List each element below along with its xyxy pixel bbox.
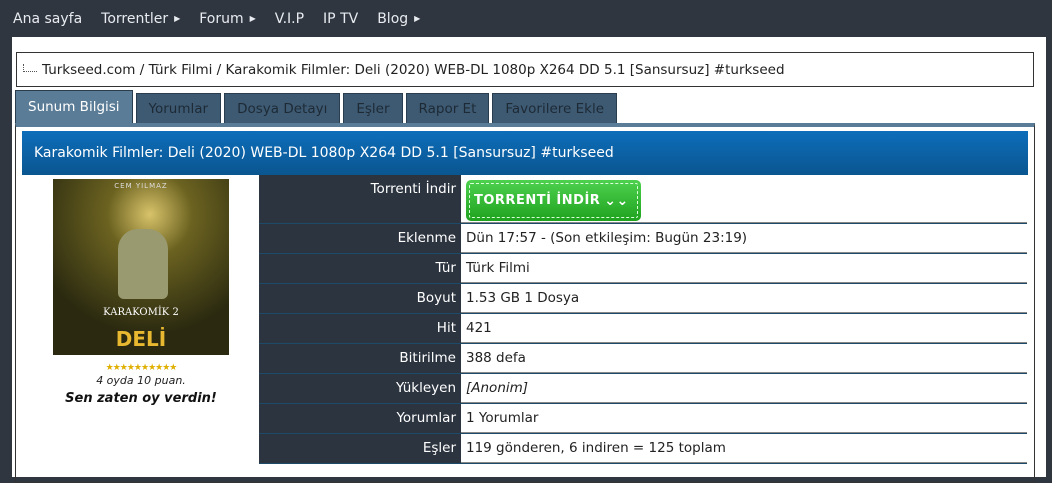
row-value[interactable]: 1 Yorumlar <box>461 404 1027 433</box>
row-label: Bitirilme <box>259 344 461 373</box>
nav-label: V.I.P <box>274 10 305 27</box>
rating-votes: 4 oyda 10 puan. <box>96 374 186 387</box>
row-value: TORRENTİ İNDİR ⌄⌄ <box>461 175 1027 223</box>
poster-figure <box>118 229 168 299</box>
row-value: 388 defa <box>461 344 1027 373</box>
tab-bar: Sunum Bilgisi Yorumlar Dosya Detayı Eşle… <box>15 90 620 123</box>
row-label: Eşler <box>259 434 461 463</box>
download-torrent-button[interactable]: TORRENTİ İNDİR ⌄⌄ <box>466 180 641 221</box>
row-value: 119 gönderen, 6 indiren = 125 toplam <box>461 434 1027 463</box>
row-label: Torrenti İndir <box>259 175 461 223</box>
main-content: Turkseed.com / Türk Filmi / Karakomik Fi… <box>12 37 1046 483</box>
nav-home[interactable]: Ana sayfa <box>13 11 82 27</box>
caret-right-icon: ▶ <box>249 14 256 23</box>
nav-label: Torrentler <box>101 10 169 27</box>
tab-rapor-et[interactable]: Rapor Et <box>405 93 490 123</box>
poster-image[interactable]: CEM YILMAZ KARAKOMİK 2 DELİ <box>53 179 229 355</box>
row-value: 1.53 GB 1 Dosya <box>461 284 1027 313</box>
poster-brand: KARAKOMİK 2 <box>103 307 179 318</box>
row-label: Tür <box>259 254 461 283</box>
nav-blog[interactable]: Blog ▶ <box>377 11 420 27</box>
caret-right-icon: ▶ <box>414 14 421 23</box>
tab-esler[interactable]: Eşler <box>343 93 403 123</box>
table-row: Hit 421 <box>259 314 1027 344</box>
nav-forum[interactable]: Forum ▶ <box>199 11 256 27</box>
details-rows: Torrenti İndir TORRENTİ İNDİR ⌄⌄ Eklenme D… <box>259 175 1027 464</box>
poster-actor: CEM YILMAZ <box>114 182 168 190</box>
row-value: 421 <box>461 314 1027 343</box>
row-label: Yükleyen <box>259 374 461 403</box>
nav-label: IP TV <box>323 10 359 27</box>
row-label: Yorumlar <box>259 404 461 433</box>
breadcrumb-text[interactable]: Turkseed.com / Türk Filmi / Karakomik Fi… <box>42 62 785 78</box>
tab-sunum-bilgisi[interactable]: Sunum Bilgisi <box>15 90 133 123</box>
table-row: Eşler 119 gönderen, 6 indiren = 125 topla… <box>259 434 1027 464</box>
table-row: Bitirilme 388 defa <box>259 344 1027 374</box>
table-row: Yorumlar 1 Yorumlar <box>259 404 1027 434</box>
row-label: Eklenme <box>259 224 461 253</box>
row-label: Hit <box>259 314 461 343</box>
nav-torrents[interactable]: Torrentler ▶ <box>101 11 180 27</box>
download-button-label: TORRENTİ İNDİR <box>474 193 601 208</box>
nav-label: Forum <box>199 10 244 27</box>
nav-iptv[interactable]: IP TV <box>323 11 358 27</box>
row-label: Boyut <box>259 284 461 313</box>
tree-line-icon <box>23 63 37 72</box>
chevron-down-icon: ⌄⌄ <box>604 192 629 209</box>
table-row: Torrenti İndir TORRENTİ İNDİR ⌄⌄ <box>259 175 1027 224</box>
torrent-title: Karakomik Filmler: Deli (2020) WEB-DL 10… <box>22 131 1028 175</box>
tab-dosya-detayi[interactable]: Dosya Detayı <box>224 93 341 123</box>
rating-stars-icon[interactable]: ★★★★★★★★★★ <box>23 363 259 373</box>
row-value: [Anonim] <box>461 374 1027 403</box>
tab-yorumlar[interactable]: Yorumlar <box>135 93 222 123</box>
table-row: Tür Türk Filmi <box>259 254 1027 284</box>
tab-favorilere-ekle[interactable]: Favorilere Ekle <box>492 93 618 123</box>
poster-name: DELİ <box>115 327 167 351</box>
torrent-details-panel: Karakomik Filmler: Deli (2020) WEB-DL 10… <box>15 123 1035 483</box>
caret-right-icon: ▶ <box>174 14 181 23</box>
table-row: Eklenme Dün 17:57 - (Son etkileşim: Bugün… <box>259 224 1027 254</box>
row-value: Türk Filmi <box>461 254 1027 283</box>
breadcrumb: Turkseed.com / Türk Filmi / Karakomik Fi… <box>16 52 1034 87</box>
table-row: Yükleyen [Anonim] <box>259 374 1027 404</box>
nav-vip[interactable]: V.I.P <box>275 11 304 27</box>
top-nav: Ana sayfa Torrentler ▶ Forum ▶ V.I.P IP TV… <box>0 0 1052 37</box>
row-value: Dün 17:57 - (Son etkileşim: Bugün 23:19) <box>461 224 1027 253</box>
rating-status: Sen zaten oy verdin! <box>65 391 217 406</box>
nav-label: Ana sayfa <box>13 10 83 27</box>
table-row: Boyut 1.53 GB 1 Dosya <box>259 284 1027 314</box>
poster-column: CEM YILMAZ KARAKOMİK 2 DELİ ★★★★★★★★★★ 4… <box>23 175 259 465</box>
nav-label: Blog <box>377 10 409 27</box>
